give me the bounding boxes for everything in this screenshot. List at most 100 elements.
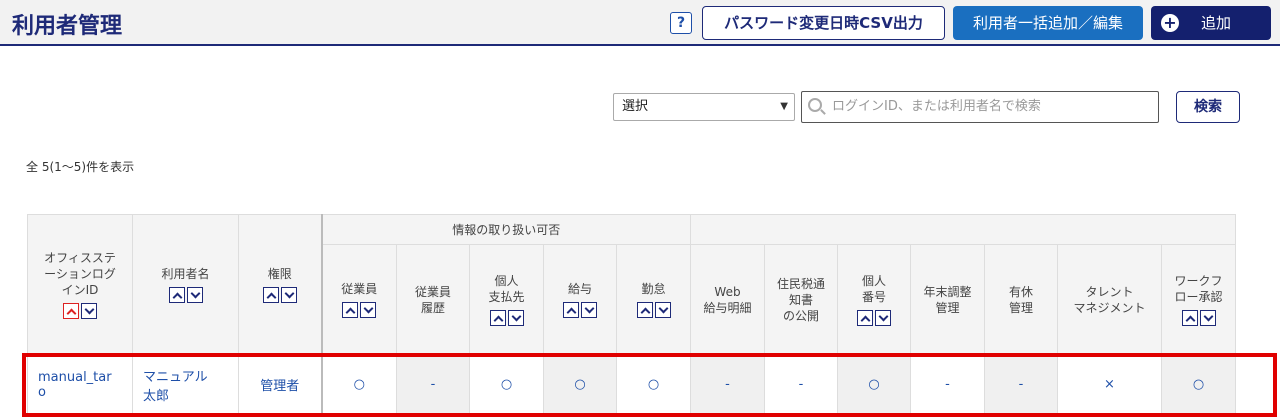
col-permission-label: の公開 xyxy=(782,308,819,323)
col-permission-label: 個人 xyxy=(494,274,519,289)
col-permission-label: Web xyxy=(714,284,741,299)
sort-desc-icon[interactable] xyxy=(875,309,891,326)
col-permission-header: 従業員 履歴 xyxy=(396,244,470,355)
col-permission-header: 従業員 xyxy=(321,244,397,355)
sort-desc-icon[interactable] xyxy=(360,301,377,318)
col-permission-header: 個人 支払先 xyxy=(469,244,544,355)
filter-select-value: 選択 xyxy=(622,99,649,114)
page-title: 利用者管理 xyxy=(12,14,123,39)
sort-asc-icon[interactable] xyxy=(168,286,185,303)
sort-role xyxy=(262,286,298,303)
page-header: 利用者管理 ? パスワード変更日時CSV出力 利用者一括追加／編集 + 追加 xyxy=(0,0,1280,46)
permission-value-cell: - xyxy=(764,354,838,415)
col-name-header: 利用者名 xyxy=(132,214,239,355)
plus-circle-icon: + xyxy=(1161,14,1179,32)
filter-select[interactable]: 選択 ▼ xyxy=(613,93,795,121)
sort-asc-icon[interactable] xyxy=(489,309,506,326)
csv-export-button[interactable]: パスワード変更日時CSV出力 xyxy=(702,6,945,40)
col-login-label-1: オフィスステ xyxy=(44,251,116,266)
group-header: 情報の取り扱い可否 xyxy=(321,214,691,245)
chevron-down-icon: ▼ xyxy=(780,101,788,112)
col-permission-label: ロー承認 xyxy=(1174,290,1223,305)
bulk-add-edit-button[interactable]: 利用者一括追加／編集 xyxy=(953,6,1143,40)
sort-asc-icon[interactable] xyxy=(563,301,579,318)
user-name-cell[interactable]: マニュアル 太郎 xyxy=(132,354,239,415)
col-permission-label: ワークフ xyxy=(1174,274,1223,289)
permission-value-cell: ○ xyxy=(1161,354,1236,415)
permission-value-cell: × xyxy=(1057,354,1162,415)
col-login-label-3: インID xyxy=(61,283,99,298)
group-header-blank xyxy=(690,214,1236,245)
sort-asc-icon[interactable] xyxy=(63,302,79,319)
col-permission-label: 番号 xyxy=(861,290,886,305)
user-name-line-1: マニュアル xyxy=(143,369,208,385)
col-permission-header: 有休 管理 xyxy=(984,244,1058,355)
sort-desc-icon[interactable] xyxy=(654,301,671,318)
sort-desc-icon[interactable] xyxy=(186,286,203,303)
search-input[interactable]: ログインID、または利用者名で検索 xyxy=(801,91,1159,123)
col-permission-header: 給与 xyxy=(543,244,617,355)
sort-desc-icon[interactable] xyxy=(280,286,297,303)
sort-asc-icon[interactable] xyxy=(1181,309,1198,326)
sort-asc-icon[interactable] xyxy=(636,301,653,318)
col-permission-label: 管理 xyxy=(1008,300,1033,315)
login-id-line-2: o xyxy=(38,384,46,400)
table-row: manual_tar o マニュアル 太郎 管理者 ○ - ○ ○ ○ - - ○ - - × ○ xyxy=(27,354,1236,415)
col-permission-header: ワークフ ロー承認 xyxy=(1161,244,1236,355)
sort-desc-icon[interactable] xyxy=(581,301,597,318)
col-permission-label: タレント xyxy=(1085,284,1134,299)
help-button[interactable]: ? xyxy=(670,12,692,34)
search-button[interactable]: 検索 xyxy=(1176,91,1240,123)
sort-permission xyxy=(489,309,525,326)
col-login-label-2: ーションログ xyxy=(44,267,116,282)
permission-value-cell: - xyxy=(984,354,1058,415)
permission-value-cell: ○ xyxy=(321,354,397,415)
sort-login xyxy=(62,302,98,319)
sort-desc-icon[interactable] xyxy=(81,302,97,319)
sort-asc-icon[interactable] xyxy=(342,301,359,318)
add-button-label: 追加 xyxy=(1201,14,1232,32)
sort-name xyxy=(168,286,204,303)
sort-permission xyxy=(341,301,377,318)
col-permission-label: 知書 xyxy=(788,292,813,307)
permission-value-cell: ○ xyxy=(543,354,617,415)
permission-value-cell: - xyxy=(690,354,765,415)
col-permission-header: 年末調整 管理 xyxy=(910,244,985,355)
col-permission-label: 管理 xyxy=(935,300,960,315)
sort-desc-icon[interactable] xyxy=(507,309,524,326)
add-button[interactable]: + 追加 xyxy=(1151,6,1271,40)
col-permission-label: マネジメント xyxy=(1073,300,1146,315)
col-permission-label: 住民税通 xyxy=(776,276,825,291)
search-placeholder: ログインID、または利用者名で検索 xyxy=(832,99,1041,114)
permission-value-cell: ○ xyxy=(469,354,544,415)
sort-asc-icon[interactable] xyxy=(262,286,279,303)
col-permission-label: 給与 xyxy=(567,282,592,297)
sort-asc-icon[interactable] xyxy=(857,309,873,326)
col-permission-label: 従業員 xyxy=(341,282,378,297)
col-permission-label: 年末調整 xyxy=(923,284,972,299)
col-permission-header: 住民税通 知書 の公開 xyxy=(764,244,838,355)
role-cell: 管理者 xyxy=(238,354,323,415)
col-permission-header: Web 給与明細 xyxy=(690,244,765,355)
login-id-line-1: manual_tar xyxy=(38,369,112,385)
col-permission-label: 従業員 xyxy=(414,284,451,299)
sort-desc-icon[interactable] xyxy=(1199,309,1216,326)
permission-value-cell: - xyxy=(910,354,985,415)
permission-value-cell: ○ xyxy=(837,354,911,415)
col-permission-label: 支払先 xyxy=(488,290,525,305)
col-permission-label: 個人 xyxy=(861,274,886,289)
col-name-label: 利用者名 xyxy=(161,267,210,282)
col-permission-label: 履歴 xyxy=(420,300,445,315)
col-permission-header: タレント マネジメント xyxy=(1057,244,1162,355)
sort-permission xyxy=(636,301,672,318)
login-id-cell[interactable]: manual_tar o xyxy=(27,354,133,415)
col-login-header: オフィスステ ーションログ インID xyxy=(27,214,133,355)
sort-permission xyxy=(856,309,892,326)
user-name-line-2: 太郎 xyxy=(143,388,170,404)
col-permission-label: 給与明細 xyxy=(703,300,752,315)
sort-permission xyxy=(562,301,598,318)
col-permission-header: 個人 番号 xyxy=(837,244,911,355)
col-permission-label: 勤怠 xyxy=(641,282,666,297)
col-permission-label: 有休 xyxy=(1008,284,1033,299)
header-row-group: オフィスステ ーションログ インID 利用者名 権限 情報の取り扱い可否 xyxy=(27,214,1236,355)
